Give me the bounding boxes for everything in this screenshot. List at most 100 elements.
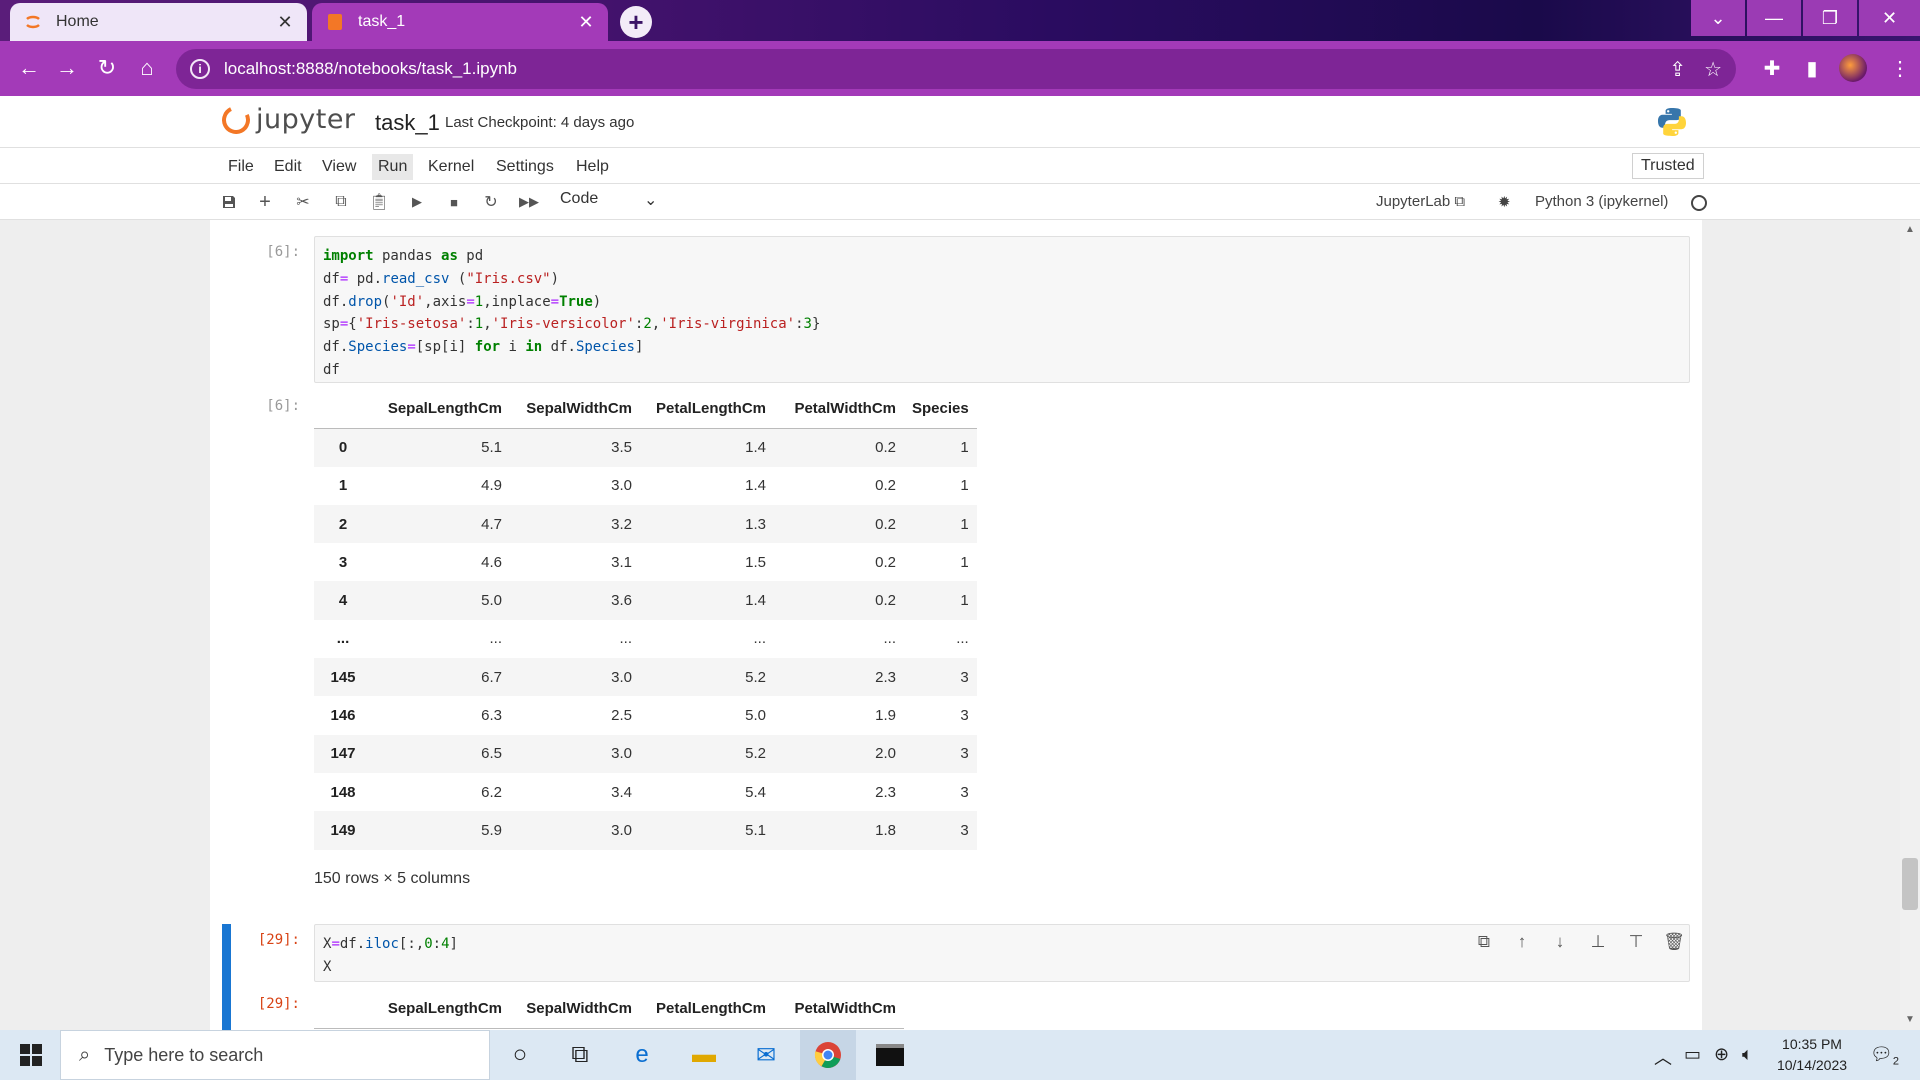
home-icon[interactable]: ⌂ xyxy=(132,53,162,83)
cell-type-select[interactable]: Code ⌄ xyxy=(560,190,660,209)
table-cell: 5.9 xyxy=(481,821,502,839)
duplicate-cell-icon[interactable]: ⧉ xyxy=(1472,930,1496,954)
run-all-icon[interactable]: ▶▶ xyxy=(518,191,540,213)
table-cell: ... xyxy=(883,630,896,648)
jupyterlab-link[interactable]: JupyterLab ⧉ xyxy=(1376,193,1465,210)
terminal-icon[interactable] xyxy=(862,1030,918,1080)
table-cell: ... xyxy=(619,630,632,648)
external-link-icon: ⧉ xyxy=(1454,193,1466,210)
table-cell: 1.8 xyxy=(875,821,896,839)
table-cell: 1.4 xyxy=(745,439,766,457)
move-down-icon[interactable]: ↓ xyxy=(1548,930,1572,954)
browser-menu-icon[interactable]: ⋮ xyxy=(1885,53,1915,83)
code-cell-editor[interactable]: import pandas as pd df= pd.read_csv ("Ir… xyxy=(314,236,1690,383)
scroll-down-icon[interactable]: ▼ xyxy=(1902,1014,1918,1025)
extensions-icon[interactable]: ✚ xyxy=(1757,53,1787,83)
network-icon[interactable]: ⊕ xyxy=(1714,1044,1729,1065)
site-info-icon[interactable]: i xyxy=(190,59,210,79)
table-cell: 1 xyxy=(960,592,969,610)
run-icon[interactable]: ▶ xyxy=(406,191,428,213)
notebook-title[interactable]: task_1 xyxy=(375,110,440,136)
output-prompt: [29]: xyxy=(257,996,300,1012)
table-cell: 1 xyxy=(960,553,969,571)
row-index: 147 xyxy=(330,745,356,763)
table-row: 3 4.6 3.1 1.5 0.2 1 xyxy=(314,543,977,581)
table-row: 148 6.2 3.4 5.4 2.3 3 xyxy=(314,773,977,811)
debugger-icon[interactable]: ✹ xyxy=(1498,193,1511,211)
table-cell: 2.3 xyxy=(875,783,896,801)
side-panel-icon[interactable]: ▮ xyxy=(1797,53,1827,83)
new-tab-button[interactable]: + xyxy=(620,6,652,38)
copy-icon[interactable]: ⧉ xyxy=(330,191,352,213)
menu-edit[interactable]: Edit xyxy=(268,154,308,180)
kernel-name[interactable]: Python 3 (ipykernel) xyxy=(1535,193,1668,210)
jupyterlab-link-label: JupyterLab xyxy=(1376,193,1451,210)
table-cell: 3 xyxy=(960,821,969,839)
insert-below-icon[interactable]: ⊥ xyxy=(1586,930,1610,954)
close-tab-icon[interactable]: ✕ xyxy=(273,10,297,34)
cortana-icon[interactable]: ○ xyxy=(492,1030,548,1080)
bookmark-star-icon[interactable]: ☆ xyxy=(1704,57,1722,82)
table-cell: 3 xyxy=(960,668,969,686)
save-icon[interactable] xyxy=(218,191,240,213)
url-text[interactable]: localhost:8888/notebooks/task_1.ipynb xyxy=(224,59,517,79)
notebook-favicon-icon xyxy=(326,13,344,31)
chrome-icon[interactable] xyxy=(800,1030,856,1080)
profile-avatar[interactable] xyxy=(1839,54,1867,82)
battery-icon[interactable]: ▭ xyxy=(1684,1044,1701,1065)
insert-above-icon[interactable]: ⊤ xyxy=(1624,930,1648,954)
scrollbar-thumb[interactable] xyxy=(1902,858,1918,910)
search-placeholder: Type here to search xyxy=(104,1044,264,1065)
close-icon[interactable]: ✕ xyxy=(1859,0,1920,36)
chevron-down-icon[interactable]: ⌄ xyxy=(1691,0,1745,36)
trusted-badge[interactable]: Trusted xyxy=(1632,153,1704,179)
cut-icon[interactable]: ✂ xyxy=(292,191,314,213)
jupyter-header: jupyter task_1 Last Checkpoint: 4 days a… xyxy=(0,96,1920,148)
windows-start-icon[interactable] xyxy=(10,1038,52,1072)
volume-icon[interactable]: 🔈︎ xyxy=(1742,1044,1753,1065)
menu-kernel[interactable]: Kernel xyxy=(422,154,480,180)
add-cell-icon[interactable]: + xyxy=(254,191,276,213)
scroll-up-icon[interactable]: ▲ xyxy=(1902,224,1918,235)
menu-view[interactable]: View xyxy=(316,154,362,180)
menu-file[interactable]: File xyxy=(222,154,260,180)
restore-icon[interactable]: ❐ xyxy=(1803,0,1857,36)
tab-task-1[interactable]: task_1 ✕ xyxy=(312,3,608,41)
jupyter-logo[interactable]: jupyter xyxy=(218,101,356,138)
edge-icon[interactable]: e xyxy=(614,1030,670,1080)
reload-icon[interactable]: ↻ xyxy=(92,53,122,83)
system-clock[interactable]: 10:35 PM 10/14/2023 xyxy=(1774,1034,1850,1076)
menu-settings[interactable]: Settings xyxy=(490,154,560,180)
move-up-icon[interactable]: ↑ xyxy=(1510,930,1534,954)
code-line: df.Species=[sp[i] for i in df.Species] xyxy=(323,339,644,356)
share-icon[interactable]: ⇪ xyxy=(1669,57,1686,82)
close-tab-icon[interactable]: ✕ xyxy=(574,10,598,34)
column-header: Species xyxy=(904,390,977,429)
table-cell: 5.0 xyxy=(745,707,766,725)
table-cell: 3.6 xyxy=(611,592,632,610)
menu-help[interactable]: Help xyxy=(570,154,615,180)
restart-icon[interactable]: ↻ xyxy=(480,191,502,213)
jupyter-favicon-icon xyxy=(24,13,42,31)
table-cell: 5.2 xyxy=(745,668,766,686)
url-bar[interactable]: i localhost:8888/notebooks/task_1.ipynb … xyxy=(176,49,1736,89)
mail-icon[interactable]: ✉ xyxy=(738,1030,794,1080)
tab-home[interactable]: Home ✕ xyxy=(10,3,307,41)
table-cell: 1.3 xyxy=(745,515,766,533)
table-cell: 4.6 xyxy=(481,553,502,571)
jupyter-logo-icon xyxy=(218,101,254,138)
show-hidden-icons[interactable]: ︿ xyxy=(1654,1044,1672,1070)
delete-cell-icon[interactable]: 🗑︎ xyxy=(1662,930,1686,954)
task-view-icon[interactable]: ⧉ xyxy=(552,1030,608,1080)
notifications-icon[interactable]: 💬︎2 xyxy=(1870,1044,1899,1068)
stop-icon[interactable]: ■ xyxy=(443,191,465,213)
menu-run[interactable]: Run xyxy=(372,154,414,180)
file-explorer-icon[interactable]: ▬ xyxy=(676,1030,732,1080)
table-cell: 5.4 xyxy=(745,783,766,801)
row-index: 145 xyxy=(330,668,356,686)
paste-icon[interactable]: 📋︎ xyxy=(368,191,390,213)
forward-icon[interactable]: → xyxy=(52,53,82,83)
minimize-icon[interactable]: — xyxy=(1747,0,1801,36)
taskbar-search[interactable]: ⌕ Type here to search xyxy=(60,1030,490,1080)
back-icon[interactable]: ← xyxy=(14,53,44,83)
